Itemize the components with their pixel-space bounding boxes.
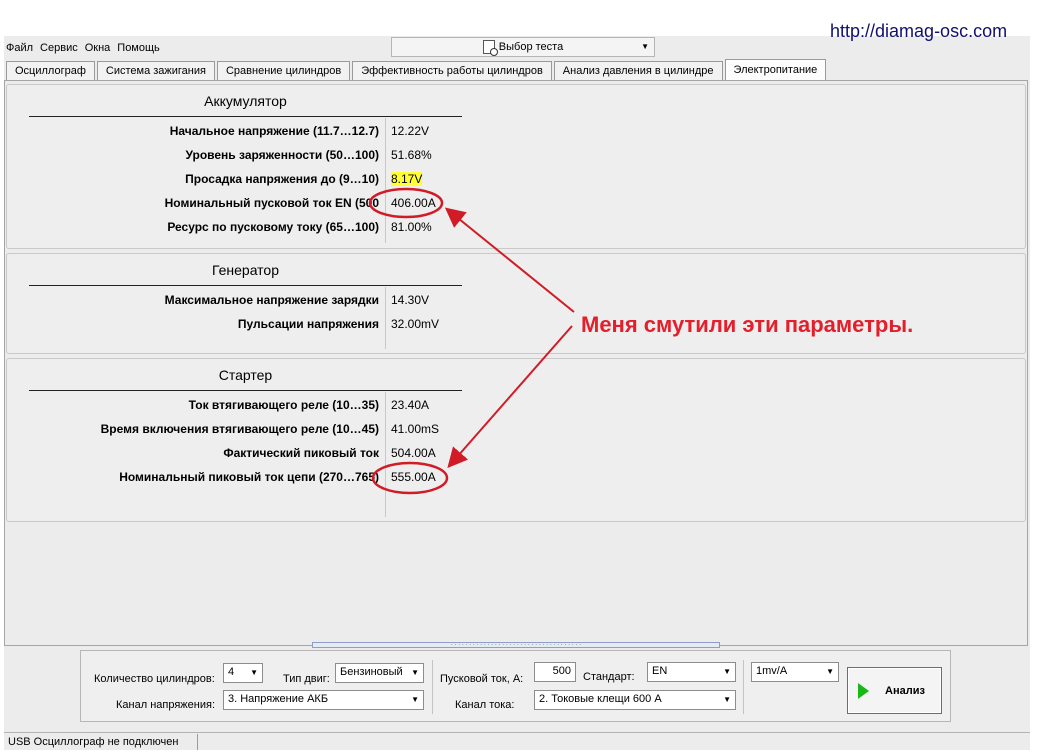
- tab-bar: Осциллограф Система зажигания Сравнение …: [6, 59, 828, 81]
- tab-ignition-system[interactable]: Система зажигания: [96, 61, 215, 80]
- chevron-down-icon: ▼: [250, 668, 258, 677]
- status-divider: [197, 734, 198, 750]
- row-label: Фактический пиковый ток: [223, 446, 379, 460]
- standard-label: Стандарт:: [583, 671, 635, 683]
- cylinders-value: 4: [228, 666, 235, 678]
- menu-help[interactable]: Помощь: [117, 42, 160, 54]
- current-channel-label: Канал тока:: [455, 699, 515, 711]
- menu-file[interactable]: Файл: [6, 42, 33, 54]
- generator-row: Пульсации напряжения 32.00mV: [7, 315, 462, 335]
- menu-bar: Файл Сервис Окна Помощь: [6, 42, 160, 54]
- chevron-down-icon: ▼: [411, 668, 419, 677]
- battery-title-rule: [29, 116, 462, 117]
- tab-cylinder-pressure[interactable]: Анализ давления в цилиндре: [553, 61, 723, 80]
- row-value: 81.00%: [391, 220, 432, 234]
- starter-panel: Стартер Ток втягивающего реле (10…35) 23…: [6, 358, 1026, 522]
- row-label: Уровень заряженности (50…100): [185, 148, 380, 162]
- generator-title: Генератор: [211, 262, 280, 278]
- generator-title-rule: [29, 285, 462, 286]
- chevron-down-icon: ▼: [411, 695, 419, 704]
- starting-current-input[interactable]: 500: [534, 662, 576, 682]
- group-separator: [743, 660, 744, 714]
- menu-service[interactable]: Сервис: [40, 42, 78, 54]
- starter-row: Номинальный пиковый ток цепи (270…765) 5…: [7, 468, 462, 488]
- battery-row: Номинальный пусковой ток EN (500 406.00A: [7, 194, 462, 214]
- voltage-channel-label: Канал напряжения:: [116, 699, 215, 711]
- tab-oscilloscope[interactable]: Осциллограф: [6, 61, 95, 80]
- cylinders-label: Количество цилиндров:: [94, 673, 215, 685]
- battery-row: Просадка напряжения до (9…10) 8.17V: [7, 170, 462, 190]
- row-label: Максимальное напряжение зарядки: [164, 293, 379, 307]
- battery-row: Ресурс по пусковому току (65…100) 81.00%: [7, 218, 462, 238]
- starting-current-label: Пусковой ток, А:: [440, 673, 524, 685]
- engine-type-value: Бензиновый: [340, 666, 403, 678]
- status-bar: USB Осциллограф не подключен: [4, 732, 1030, 750]
- battery-row: Начальное напряжение (11.7…12.7) 12.22V: [7, 122, 462, 142]
- battery-title: Аккумулятор: [204, 93, 287, 109]
- row-label: Номинальный пусковой ток EN (500: [164, 196, 379, 210]
- row-value-highlighted: 8.17V: [391, 172, 423, 186]
- engine-type-select[interactable]: Бензиновый ▼: [335, 663, 424, 683]
- row-value: 51.68%: [391, 148, 432, 162]
- standard-value: EN: [652, 665, 668, 677]
- row-value: 12.22V: [391, 124, 430, 138]
- row-value: 14.30V: [391, 293, 430, 307]
- voltage-channel-value: 3. Напряжение АКБ: [228, 693, 329, 705]
- document-search-icon: [482, 40, 498, 56]
- settings-panel: [80, 650, 951, 722]
- test-selector-dropdown[interactable]: Выбор теста ▼: [391, 37, 655, 57]
- row-value: 41.00mS: [391, 422, 440, 436]
- starter-row: Время включения втягивающего реле (10…45…: [7, 420, 462, 440]
- row-label: Время включения втягивающего реле (10…45…: [100, 422, 379, 436]
- analyze-label: Анализ: [885, 685, 925, 697]
- battery-panel: Аккумулятор Начальное напряжение (11.7…1…: [6, 84, 1026, 249]
- row-label: Номинальный пиковый ток цепи (270…765): [119, 470, 379, 484]
- test-selector-label: Выбор теста: [498, 41, 564, 53]
- sensitivity-select[interactable]: 1mv/A ▼: [751, 662, 839, 682]
- row-value: 23.40A: [391, 398, 430, 412]
- row-value: 555.00A: [391, 470, 436, 484]
- row-value: 504.00A: [391, 446, 436, 460]
- cylinders-select[interactable]: 4 ▼: [223, 663, 263, 683]
- panel-splitter[interactable]: · · · · · · · · · · · · · · · · · · · · …: [312, 642, 720, 648]
- row-label: Начальное напряжение (11.7…12.7): [169, 124, 379, 138]
- current-channel-value: 2. Токовые клещи 600 А: [539, 693, 662, 705]
- chevron-down-icon: ▼: [826, 667, 834, 676]
- starter-title-rule: [29, 390, 462, 391]
- row-value: 406.00A: [391, 196, 436, 210]
- menu-windows[interactable]: Окна: [85, 42, 111, 54]
- tab-cylinder-comparison[interactable]: Сравнение цилиндров: [216, 61, 351, 80]
- watermark-url: http://diamag-osc.com: [830, 21, 1008, 41]
- row-label: Ресурс по пусковому току (65…100): [167, 220, 379, 234]
- engine-type-label: Тип двиг:: [283, 673, 330, 685]
- chevron-down-icon: ▼: [723, 667, 731, 676]
- chevron-down-icon: ▼: [641, 42, 649, 51]
- row-label: Ток втягивающего реле (10…35): [188, 398, 379, 412]
- row-label: Пульсации напряжения: [237, 317, 379, 331]
- generator-panel: Генератор Максимальное напряжение зарядк…: [6, 253, 1026, 354]
- group-separator: [432, 660, 433, 714]
- row-label: Просадка напряжения до (9…10): [185, 172, 379, 186]
- connection-status: USB Осциллограф не подключен: [8, 736, 179, 748]
- generator-row: Максимальное напряжение зарядки 14.30V: [7, 291, 462, 311]
- voltage-channel-select[interactable]: 3. Напряжение АКБ ▼: [223, 690, 424, 710]
- starter-row: Фактический пиковый ток 504.00A: [7, 444, 462, 464]
- standard-select[interactable]: EN ▼: [647, 662, 736, 682]
- starter-row: Ток втягивающего реле (10…35) 23.40A: [7, 396, 462, 416]
- starter-title: Стартер: [218, 367, 273, 383]
- analyze-button[interactable]: Анализ: [847, 667, 942, 714]
- sensitivity-value: 1mv/A: [756, 665, 788, 677]
- battery-row: Уровень заряженности (50…100) 51.68%: [7, 146, 462, 166]
- play-icon: [858, 683, 869, 699]
- tab-power-supply[interactable]: Электропитание: [724, 59, 827, 81]
- annotation-text: Меня смутили эти параметры.: [581, 312, 914, 337]
- chevron-down-icon: ▼: [723, 695, 731, 704]
- current-channel-select[interactable]: 2. Токовые клещи 600 А ▼: [534, 690, 736, 710]
- row-value: 32.00mV: [391, 317, 440, 331]
- tab-cylinder-efficiency[interactable]: Эффективность работы цилиндров: [352, 61, 552, 80]
